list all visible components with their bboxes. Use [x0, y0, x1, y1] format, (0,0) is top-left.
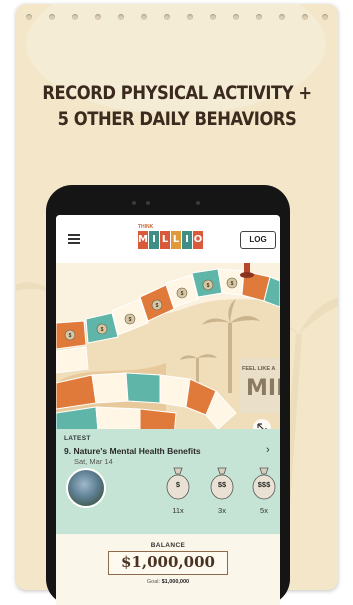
goal-text: Goal: $1,000,000: [56, 579, 280, 585]
reward-count: 3x: [218, 506, 226, 515]
reward-count: 5x: [260, 506, 268, 515]
logo-letter: L: [160, 231, 170, 249]
logo-letter: I: [182, 231, 192, 249]
binder-hole: [49, 14, 55, 20]
phone-mockup: THINK M I L L I O LOG FEEL LIKE A MI $ $…: [46, 185, 290, 605]
reward-amount: $$: [217, 480, 227, 489]
board-sign: FEEL LIKE A MIL: [240, 358, 280, 413]
board-coin-label: $: [156, 303, 159, 309]
goal-label: Goal:: [146, 579, 161, 585]
balance-panel: BALANCE $1,000,000 Goal: $1,000,000: [56, 534, 280, 605]
phone-sensor: [146, 201, 150, 205]
binder-hole: [233, 14, 239, 20]
logo-letter: I: [149, 231, 159, 249]
board-coin-label: $: [129, 317, 132, 323]
svg-text:MIL: MIL: [246, 376, 280, 401]
headline-line-2: 5 OTHER DAILY BEHAVIORS: [57, 108, 297, 130]
logo-letter: M: [138, 231, 148, 249]
avatar: [66, 468, 106, 508]
headline-line-1: RECORD PHYSICAL ACTIVITY +: [42, 82, 312, 104]
reward-bag-large[interactable]: $$$ 5x: [250, 466, 278, 518]
reward-bag-small[interactable]: $ 11x: [164, 466, 192, 518]
binder-hole: [72, 14, 78, 20]
board-coin-label: $: [231, 281, 234, 287]
reward-bag-medium[interactable]: $$ 3x: [208, 466, 236, 518]
board-coin-label: $: [181, 291, 184, 297]
reward-count: 11x: [172, 506, 184, 515]
app-screen: THINK M I L L I O LOG FEEL LIKE A MI $ $…: [56, 215, 280, 605]
balance-label: BALANCE: [150, 542, 186, 549]
phone-sensor: [196, 201, 200, 205]
goal-value: $1,000,000: [161, 579, 190, 585]
phone-speaker: [46, 199, 290, 209]
chevron-right-icon[interactable]: ›: [266, 444, 270, 456]
log-button[interactable]: LOG: [240, 231, 276, 249]
game-board[interactable]: FEEL LIKE A MIL: [56, 263, 280, 445]
board-coin-label: $: [207, 283, 210, 289]
balance-value: $1,000,000: [108, 551, 228, 575]
reward-amount: $$$: [257, 480, 271, 489]
latest-panel: LATEST 9. Nature's Mental Health Benefit…: [56, 429, 280, 534]
headline: RECORD PHYSICAL ACTIVITY + 5 OTHER DAILY…: [39, 80, 316, 132]
binder-hole: [322, 14, 328, 20]
binder-hole: [256, 14, 262, 20]
board-coin-label: $: [101, 327, 104, 333]
app-logo: THINK M I L L I O: [138, 224, 204, 254]
hamburger-menu-icon[interactable]: [68, 234, 80, 244]
board-coin-label: $: [69, 333, 72, 339]
binder-hole: [118, 14, 124, 20]
binder-hole: [141, 14, 147, 20]
logo-letter-tiles: M I L L I O: [138, 231, 204, 249]
notebook-holes: [16, 14, 338, 24]
logo-letter: O: [193, 231, 203, 249]
latest-entry-date: Sat, Mar 14: [74, 457, 113, 466]
binder-hole: [26, 14, 32, 20]
app-header: THINK M I L L I O LOG: [56, 215, 280, 263]
logo-letter: L: [171, 231, 181, 249]
binder-hole: [95, 14, 101, 20]
reward-amount: $: [175, 480, 181, 489]
binder-hole: [302, 14, 308, 20]
latest-label: LATEST: [64, 435, 91, 442]
binder-hole: [210, 14, 216, 20]
logo-small-text: THINK: [138, 224, 154, 230]
binder-hole: [279, 14, 285, 20]
binder-hole: [187, 14, 193, 20]
latest-entry-title[interactable]: 9. Nature's Mental Health Benefits: [64, 446, 201, 456]
svg-text:FEEL LIKE A: FEEL LIKE A: [242, 366, 275, 372]
binder-hole: [164, 14, 170, 20]
phone-sensor: [132, 201, 136, 205]
